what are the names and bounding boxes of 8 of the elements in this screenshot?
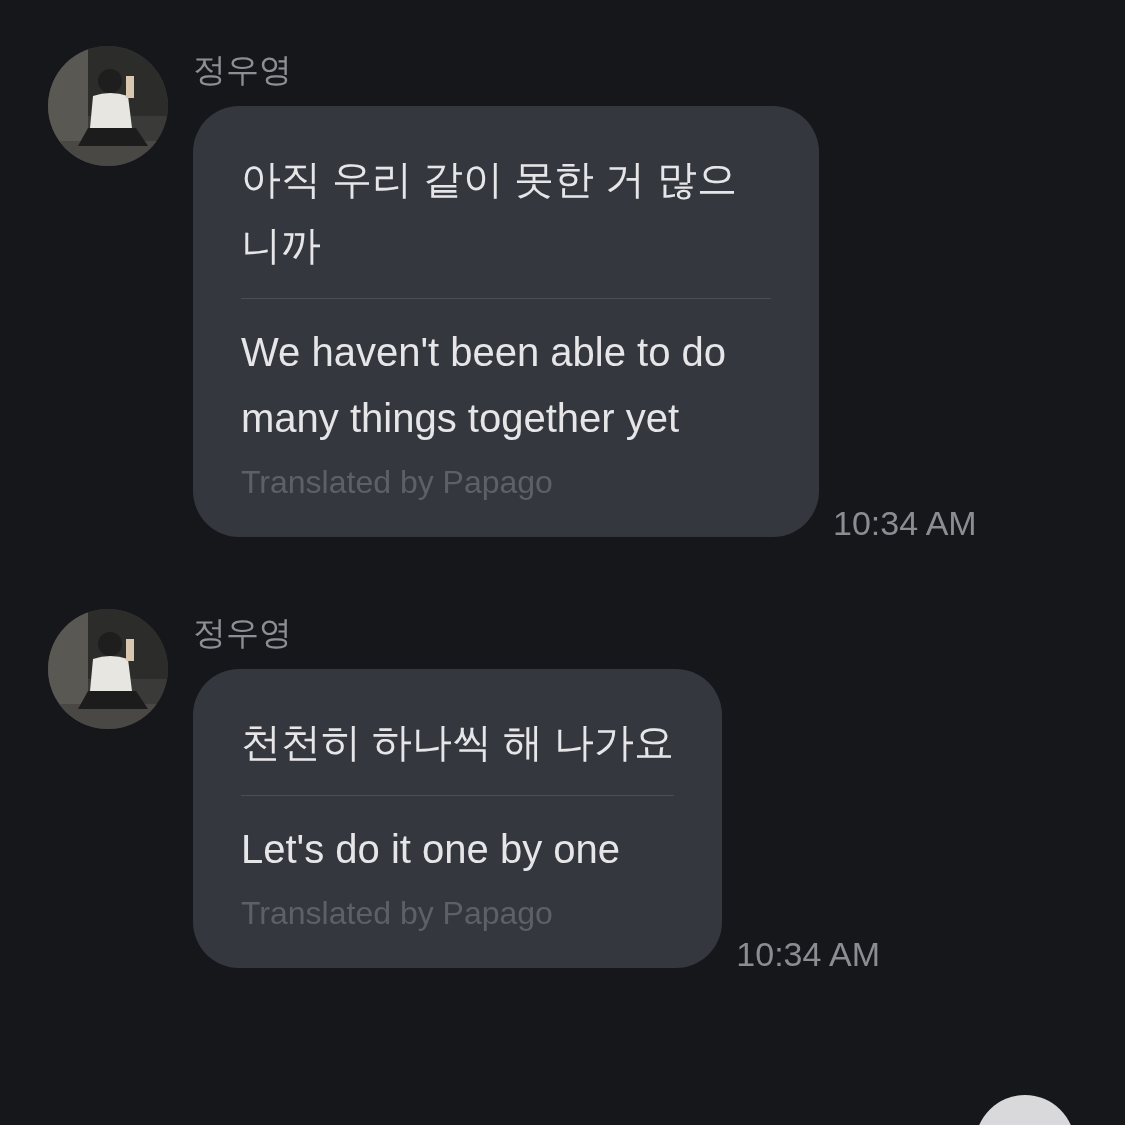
translated-text: Let's do it one by one bbox=[241, 826, 622, 873]
original-text: 천천히 하나씩 해 나가요 bbox=[241, 719, 675, 766]
original-text: 아직 우리 같이 못한 거 많으니까 bbox=[241, 156, 738, 269]
translated-text: We haven't been able to do many things together yet bbox=[241, 329, 728, 442]
sender-name: 정우영 bbox=[193, 50, 293, 90]
timestamp: 10:34 AM bbox=[833, 503, 977, 543]
timestamp: 10:34 AM bbox=[736, 934, 880, 974]
sender-name: 정우영 bbox=[193, 613, 293, 653]
